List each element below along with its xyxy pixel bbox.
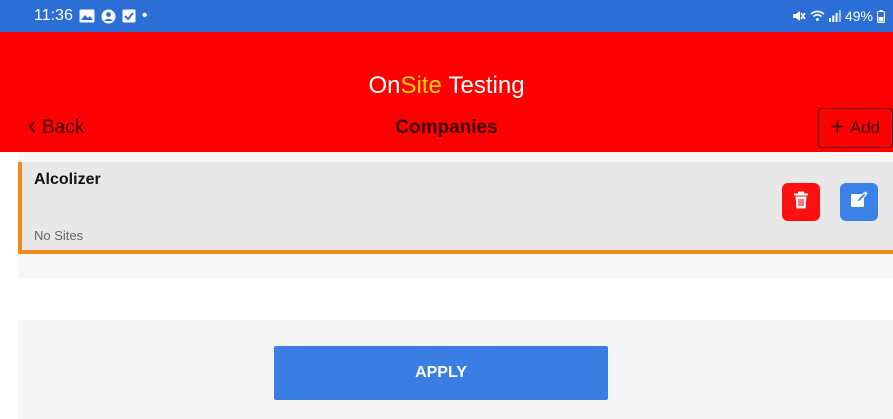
status-left: 11:36 • [34, 7, 147, 25]
app-screen: 11:36 • 49% OnSite Testing Back Companie… [0, 0, 893, 419]
status-time: 11:36 [34, 7, 73, 24]
brand-on: On [368, 72, 401, 99]
signal-icon [828, 10, 841, 22]
plus-icon [831, 118, 844, 138]
account-icon [101, 9, 116, 24]
image-icon [79, 9, 95, 23]
wifi-icon [810, 10, 825, 22]
brand-logo: OnSite Testing [0, 70, 893, 102]
mute-icon [792, 10, 806, 22]
battery-percent: 49% [844, 8, 873, 24]
brand-testing: Testing [448, 72, 525, 99]
add-company-button[interactable]: Add [818, 108, 893, 148]
notification-dot: • [141, 7, 148, 24]
status-bar: 11:36 • 49% [0, 0, 893, 32]
battery-icon [877, 9, 885, 23]
company-name: Alcolizer [34, 171, 101, 188]
apply-button[interactable]: APPLY [274, 346, 608, 400]
delete-button[interactable] [782, 183, 820, 221]
trash-icon [793, 191, 809, 214]
list-item[interactable]: Alcolizer No Sites [18, 162, 893, 254]
back-button[interactable]: Back [28, 116, 84, 140]
company-list: Alcolizer No Sites [18, 152, 893, 278]
add-label: Add [849, 118, 881, 137]
back-label: Back [42, 117, 85, 138]
apply-area: APPLY [18, 320, 893, 419]
checkbox-icon [122, 9, 136, 23]
brand-site: Site [400, 72, 442, 99]
chevron-left-icon [28, 117, 36, 139]
company-sites: No Sites [34, 228, 84, 243]
edit-icon [850, 190, 868, 214]
page-title: Companies [395, 117, 498, 138]
status-right: 49% [792, 7, 885, 25]
app-header: OnSite Testing Back Companies Add [0, 32, 893, 152]
edit-button[interactable] [840, 183, 878, 221]
